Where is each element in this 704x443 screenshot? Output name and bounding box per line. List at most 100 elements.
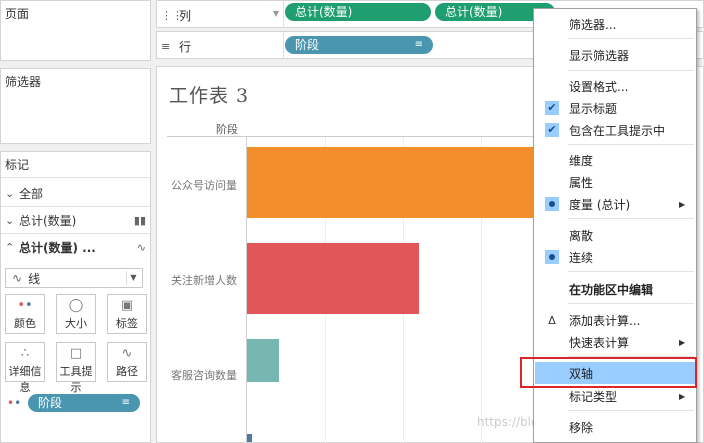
tooltip-button[interactable]: □ 工具提示 xyxy=(56,342,96,394)
bar-visits[interactable] xyxy=(247,147,537,218)
marks-row-all[interactable]: ⌄ 全部 xyxy=(1,181,150,205)
row-pill-stage[interactable]: 阶段 ≡ xyxy=(285,36,433,54)
color-dots-icon: •• xyxy=(17,298,33,313)
checkmark-icon: ✔ xyxy=(545,101,559,115)
path-button[interactable]: ∿ 路径 xyxy=(107,342,147,382)
menu-item-label: 包含在工具提示中 xyxy=(569,123,666,138)
mark-type-select[interactable]: ∿ 线 ▼ xyxy=(5,268,143,288)
pill-label: 阶段 xyxy=(38,396,63,410)
color-pill-stage[interactable]: 阶段 ≡ xyxy=(28,394,140,412)
marks-row-sum-bar[interactable]: ⌄ 总计(数量) ▮▮ xyxy=(1,208,150,232)
color-dots-icon: •• xyxy=(7,396,22,410)
menu-item-format[interactable]: 设置格式... xyxy=(535,75,695,97)
pages-card[interactable]: 页面 xyxy=(0,0,151,61)
line-chart-icon: ∿ xyxy=(136,240,146,254)
chevron-down-icon: ▼ xyxy=(126,271,140,285)
size-icon: ◯ xyxy=(68,298,84,313)
menu-item-label: 添加表计算... xyxy=(569,313,641,328)
menu-item-measure-sum[interactable]: 度量 (总计) ▶ xyxy=(535,193,695,215)
menu-item-label: 显示标题 xyxy=(569,101,618,116)
sidebar: 页面 筛选器 标记 ⌄ 全部 ⌄ 总计(数量) ▮▮ ⌃ 总计(数量) ... … xyxy=(0,0,152,443)
menu-item-continuous[interactable]: 连续 xyxy=(535,246,695,268)
mark-type-value: 线 xyxy=(28,271,41,286)
filters-title: 筛选器 xyxy=(5,75,42,89)
menu-separator xyxy=(568,218,694,219)
delta-icon: Δ xyxy=(548,313,556,327)
detail-icon: ∴ xyxy=(20,346,30,361)
bar-partial[interactable] xyxy=(247,434,252,442)
menu-item-dimension[interactable]: 维度 xyxy=(535,149,695,171)
menu-item-label: 显示筛选器 xyxy=(569,48,630,63)
menu-item-label: 在功能区中编辑 xyxy=(569,282,654,297)
divider xyxy=(283,1,284,27)
divider xyxy=(1,233,150,234)
marks-row-label: 总计(数量) ... xyxy=(19,240,96,255)
menu-separator xyxy=(568,144,694,145)
menu-separator xyxy=(568,410,694,411)
rows-icon: ≡ xyxy=(161,39,171,53)
button-label: 颜色 xyxy=(14,317,36,330)
line-icon: ∿ xyxy=(12,271,23,285)
menu-item-include-tooltip[interactable]: ✔ 包含在工具提示中 xyxy=(535,119,695,141)
rows-label: 行 xyxy=(179,39,192,54)
button-label: 大小 xyxy=(65,317,87,330)
button-label: 标签 xyxy=(116,317,138,330)
menu-item-edit-in-shelf[interactable]: 在功能区中编辑 xyxy=(535,278,695,300)
highlight-annotation-box xyxy=(520,357,697,388)
row-label: 公众号访问量 xyxy=(171,179,237,192)
button-label: 路径 xyxy=(116,365,138,378)
rows-shelf-label: ≡ 行 xyxy=(161,36,283,56)
sort-icon: ≡ xyxy=(121,397,130,408)
menu-item-label: 连续 xyxy=(569,250,594,265)
divider xyxy=(1,206,150,207)
menu-item-attribute[interactable]: 属性 xyxy=(535,171,695,193)
bar-new-followers[interactable] xyxy=(247,243,419,314)
label-button[interactable]: ▣ 标签 xyxy=(107,294,147,334)
path-icon: ∿ xyxy=(121,346,133,361)
columns-shelf-label: ⋮⋮ 列 ▼ xyxy=(161,5,283,25)
marks-row-label: 全部 xyxy=(19,186,44,201)
menu-item-show-header[interactable]: ✔ 显示标题 xyxy=(535,97,695,119)
sort-icon: ≡ xyxy=(414,39,423,50)
marks-row-label: 总计(数量) xyxy=(19,213,77,228)
chevron-down-icon[interactable]: ▼ xyxy=(273,9,279,18)
divider xyxy=(283,32,284,58)
tooltip-icon: □ xyxy=(69,346,83,361)
marks-title: 标记 xyxy=(5,158,30,172)
row-label: 客服咨询数量 xyxy=(171,369,237,382)
menu-item-show-filter[interactable]: 显示筛选器 xyxy=(535,44,695,66)
menu-item-label: 筛选器... xyxy=(569,17,617,32)
menu-item-label: 离散 xyxy=(569,228,594,243)
menu-item-remove[interactable]: 移除 xyxy=(535,416,695,438)
menu-item-label: 快速表计算 xyxy=(569,335,630,350)
button-label: 详细信息 xyxy=(8,365,42,394)
menu-item-filter[interactable]: 筛选器... xyxy=(535,13,695,35)
label-icon: ▣ xyxy=(120,298,134,313)
marks-card: 标记 ⌄ 全部 ⌄ 总计(数量) ▮▮ ⌃ 总计(数量) ... ∿ ∿ 线 ▼… xyxy=(0,151,151,443)
radio-dot-icon xyxy=(545,250,559,264)
menu-item-add-table-calc[interactable]: Δ 添加表计算... xyxy=(535,309,695,331)
bar-chart-icon: ▮▮ xyxy=(133,213,146,227)
menu-item-label: 度量 (总计) xyxy=(569,197,631,212)
menu-item-label: 设置格式... xyxy=(569,79,629,94)
column-pill-sum-1[interactable]: 总计(数量) xyxy=(285,3,431,21)
menu-item-mark-type[interactable]: 标记类型 ▶ xyxy=(535,385,695,407)
menu-separator xyxy=(568,303,694,304)
menu-item-discrete[interactable]: 离散 xyxy=(535,224,695,246)
filters-card[interactable]: 筛选器 xyxy=(0,68,151,144)
pages-title: 页面 xyxy=(5,7,30,21)
menu-item-quick-table-calc[interactable]: 快速表计算 ▶ xyxy=(535,331,695,353)
divider xyxy=(1,177,150,178)
color-button[interactable]: •• 颜色 xyxy=(5,294,45,334)
size-button[interactable]: ◯ 大小 xyxy=(56,294,96,334)
detail-button[interactable]: ∴ 详细信息 xyxy=(5,342,45,394)
menu-item-label: 属性 xyxy=(569,175,594,190)
pill-label: 阶段 xyxy=(295,38,320,52)
worksheet-title: 工作表 3 xyxy=(169,85,250,107)
bar-service-inquiries[interactable] xyxy=(247,339,279,382)
chevron-down-icon: ⌄ xyxy=(5,213,15,227)
menu-separator xyxy=(568,70,694,71)
marks-row-sum-line[interactable]: ⌃ 总计(数量) ... ∿ xyxy=(1,235,150,259)
columns-label: 列 xyxy=(179,8,192,23)
submenu-arrow-icon: ▶ xyxy=(679,391,686,401)
